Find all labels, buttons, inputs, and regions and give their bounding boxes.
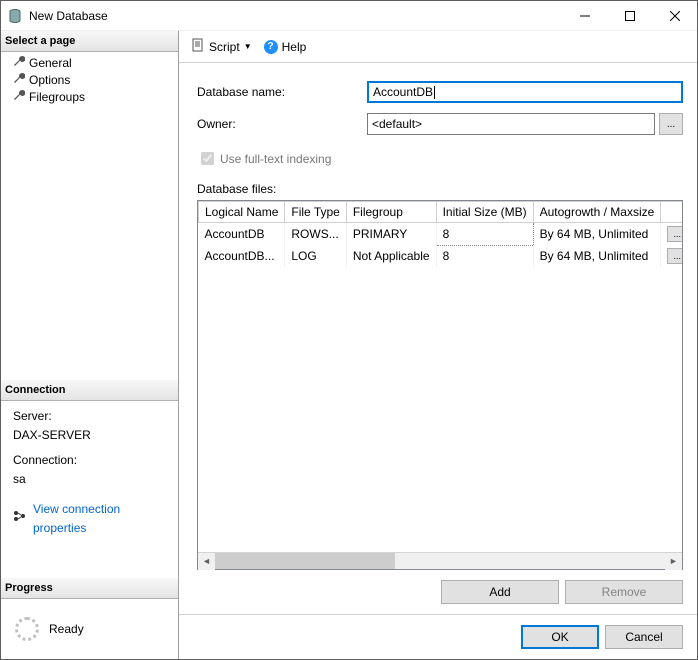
- wrench-icon: [13, 89, 25, 104]
- database-icon: [7, 8, 23, 24]
- cell-filegroup[interactable]: PRIMARY: [346, 223, 436, 246]
- database-files-label: Database files:: [197, 182, 683, 196]
- col-logical-name[interactable]: Logical Name: [199, 202, 285, 223]
- script-label: Script: [209, 40, 240, 54]
- progress-status: Ready: [49, 622, 84, 636]
- col-file-type[interactable]: File Type: [285, 202, 346, 223]
- add-button[interactable]: Add: [441, 580, 559, 604]
- connection-properties-icon: [13, 509, 27, 528]
- help-icon: ?: [264, 40, 278, 54]
- autogrowth-edit-button[interactable]: ...: [667, 248, 682, 264]
- cell-logical[interactable]: AccountDB: [199, 223, 285, 246]
- scroll-left-button[interactable]: ◄: [198, 553, 215, 570]
- files-table[interactable]: Logical Name File Type Filegroup Initial…: [198, 201, 682, 267]
- col-initial-size[interactable]: Initial Size (MB): [436, 202, 533, 223]
- ok-button[interactable]: OK: [521, 625, 599, 649]
- fulltext-label: Use full-text indexing: [220, 152, 331, 166]
- cell-filetype[interactable]: LOG: [285, 245, 346, 267]
- remove-button[interactable]: Remove: [565, 580, 683, 604]
- server-label: Server:: [13, 407, 174, 426]
- wrench-icon: [13, 55, 25, 70]
- scrollbar-track[interactable]: [215, 553, 665, 569]
- connection-label: Connection:: [13, 451, 174, 470]
- cell-autogrowth[interactable]: By 64 MB, Unlimited: [533, 223, 661, 246]
- chevron-down-icon: ▼: [244, 42, 252, 51]
- page-list: General Options Filegroups: [1, 52, 178, 107]
- connection-header: Connection: [1, 380, 178, 401]
- cell-logical[interactable]: AccountDB...: [199, 245, 285, 267]
- database-files-grid: Logical Name File Type Filegroup Initial…: [197, 200, 683, 570]
- cell-size[interactable]: 8: [436, 245, 533, 267]
- cell-size[interactable]: 8: [436, 223, 533, 246]
- window-title: New Database: [29, 9, 562, 23]
- table-header-row: Logical Name File Type Filegroup Initial…: [199, 202, 683, 223]
- scroll-right-button[interactable]: ►: [665, 553, 682, 570]
- view-connection-properties-link[interactable]: View connection properties: [33, 500, 174, 538]
- page-filegroups[interactable]: Filegroups: [1, 88, 178, 105]
- owner-browse-button[interactable]: ...: [659, 113, 683, 135]
- maximize-button[interactable]: [607, 1, 652, 30]
- close-button[interactable]: [652, 1, 697, 30]
- sidebar: Select a page General Options Filegroups…: [1, 31, 179, 659]
- server-value: DAX-SERVER: [13, 426, 174, 445]
- col-autogrowth[interactable]: Autogrowth / Maxsize: [533, 202, 661, 223]
- autogrowth-edit-button[interactable]: ...: [667, 226, 682, 242]
- help-label: Help: [282, 40, 307, 54]
- col-filegroup[interactable]: Filegroup: [346, 202, 436, 223]
- page-label: Filegroups: [29, 90, 85, 104]
- page-options[interactable]: Options: [1, 71, 178, 88]
- owner-label: Owner:: [197, 117, 367, 131]
- text-caret: [434, 86, 435, 99]
- horizontal-scrollbar[interactable]: ◄ ►: [198, 552, 682, 569]
- wrench-icon: [13, 72, 25, 87]
- database-name-label: Database name:: [197, 85, 367, 99]
- minimize-button[interactable]: [562, 1, 607, 30]
- fulltext-row: Use full-text indexing: [197, 149, 683, 168]
- owner-input[interactable]: [367, 113, 655, 135]
- content-area: Database name: AccountDB Owner: ... Use …: [179, 63, 697, 614]
- toolbar: Script ▼ ? Help: [179, 31, 697, 63]
- connection-value: sa: [13, 470, 174, 489]
- cancel-button[interactable]: Cancel: [605, 625, 683, 649]
- titlebar: New Database: [1, 1, 697, 31]
- progress-header: Progress: [1, 578, 178, 599]
- scrollbar-thumb[interactable]: [215, 553, 395, 569]
- sidebar-spacer: [1, 107, 178, 380]
- script-button[interactable]: Script ▼: [187, 36, 256, 57]
- fulltext-checkbox: [201, 152, 214, 165]
- progress-section: Ready: [1, 599, 178, 659]
- script-icon: [191, 38, 205, 55]
- new-database-window: New Database Select a page General Optio…: [0, 0, 698, 660]
- col-autogrowth-btn[interactable]: [661, 202, 682, 223]
- dialog-footer: OK Cancel: [179, 614, 697, 659]
- cell-filetype[interactable]: ROWS...: [285, 223, 346, 246]
- select-page-header: Select a page: [1, 31, 178, 52]
- sidebar-gap: [1, 546, 178, 578]
- database-name-value: AccountDB: [373, 85, 433, 99]
- page-label: Options: [29, 73, 70, 87]
- cell-autogrowth[interactable]: By 64 MB, Unlimited: [533, 245, 661, 267]
- page-label: General: [29, 56, 72, 70]
- page-general[interactable]: General: [1, 54, 178, 71]
- main-panel: Script ▼ ? Help Database name: AccountDB…: [179, 31, 697, 659]
- progress-spinner-icon: [15, 617, 39, 641]
- help-button[interactable]: ? Help: [260, 38, 311, 56]
- table-row[interactable]: AccountDB... LOG Not Applicable 8 By 64 …: [199, 245, 683, 267]
- table-row[interactable]: AccountDB ROWS... PRIMARY 8 By 64 MB, Un…: [199, 223, 683, 246]
- cell-filegroup[interactable]: Not Applicable: [346, 245, 436, 267]
- connection-section: Server: DAX-SERVER Connection: sa View c…: [1, 401, 178, 546]
- database-name-input[interactable]: AccountDB: [367, 81, 683, 103]
